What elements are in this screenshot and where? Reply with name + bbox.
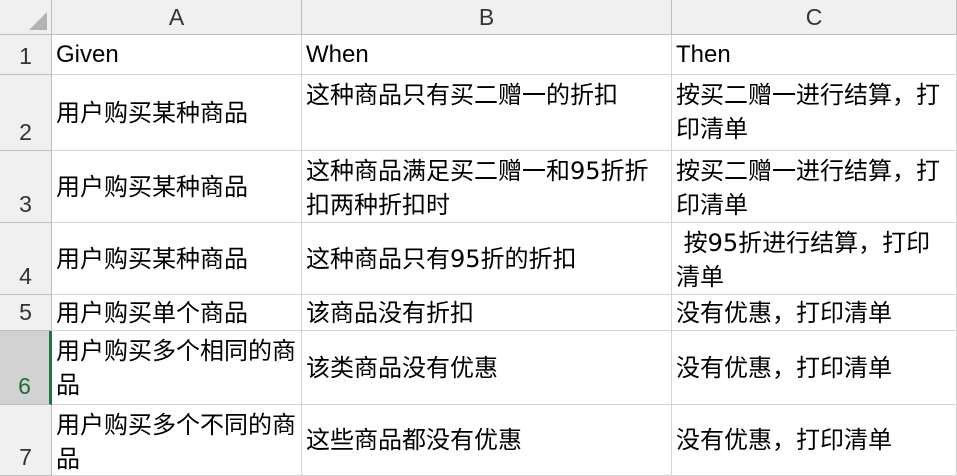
row-header-4[interactable]: 4	[0, 223, 52, 295]
row-header-5[interactable]: 5	[0, 295, 52, 331]
cell-c1[interactable]: Then	[672, 35, 957, 75]
cell-a4[interactable]: 用户购买某种商品	[52, 223, 302, 295]
row-header-7[interactable]: 7	[0, 405, 52, 476]
cell-c3[interactable]: 按买二赠一进行结算，打印清单	[672, 151, 957, 223]
cell-b3[interactable]: 这种商品满足买二赠一和95折折扣两种折扣时	[302, 151, 672, 223]
column-header-a[interactable]: A	[52, 0, 302, 35]
spreadsheet-grid: A B C 1 Given When Then 2 用户购买某种商品 这种商品只…	[0, 0, 957, 476]
row-header-6[interactable]: 6	[0, 331, 52, 405]
cell-c4[interactable]: 按95折进行结算，打印清单	[672, 223, 957, 295]
select-all-button[interactable]	[0, 0, 52, 35]
cell-c7[interactable]: 没有优惠，打印清单	[672, 405, 957, 476]
cell-a3[interactable]: 用户购买某种商品	[52, 151, 302, 223]
cell-a1[interactable]: Given	[52, 35, 302, 75]
column-header-b[interactable]: B	[302, 0, 672, 35]
cell-c2[interactable]: 按买二赠一进行结算，打印清单	[672, 75, 957, 151]
cell-a5[interactable]: 用户购买单个商品	[52, 295, 302, 331]
cell-b1[interactable]: When	[302, 35, 672, 75]
cell-b4[interactable]: 这种商品只有95折的折扣	[302, 223, 672, 295]
cell-a2[interactable]: 用户购买某种商品	[52, 75, 302, 151]
cell-b5[interactable]: 该商品没有折扣	[302, 295, 672, 331]
column-header-c[interactable]: C	[672, 0, 957, 35]
cell-b7[interactable]: 这些商品都没有优惠	[302, 405, 672, 476]
cell-b2[interactable]: 这种商品只有买二赠一的折扣	[302, 75, 672, 151]
row-header-2[interactable]: 2	[0, 75, 52, 151]
cell-a7[interactable]: 用户购买多个不同的商品	[52, 405, 302, 476]
select-all-triangle-icon	[29, 12, 47, 30]
cell-c6[interactable]: 没有优惠，打印清单	[672, 331, 957, 405]
row-header-1[interactable]: 1	[0, 35, 52, 75]
cell-a6[interactable]: 用户购买多个相同的商品	[52, 331, 302, 405]
cell-c5[interactable]: 没有优惠，打印清单	[672, 295, 957, 331]
row-header-3[interactable]: 3	[0, 151, 52, 223]
cell-b6[interactable]: 该类商品没有优惠	[302, 331, 672, 405]
